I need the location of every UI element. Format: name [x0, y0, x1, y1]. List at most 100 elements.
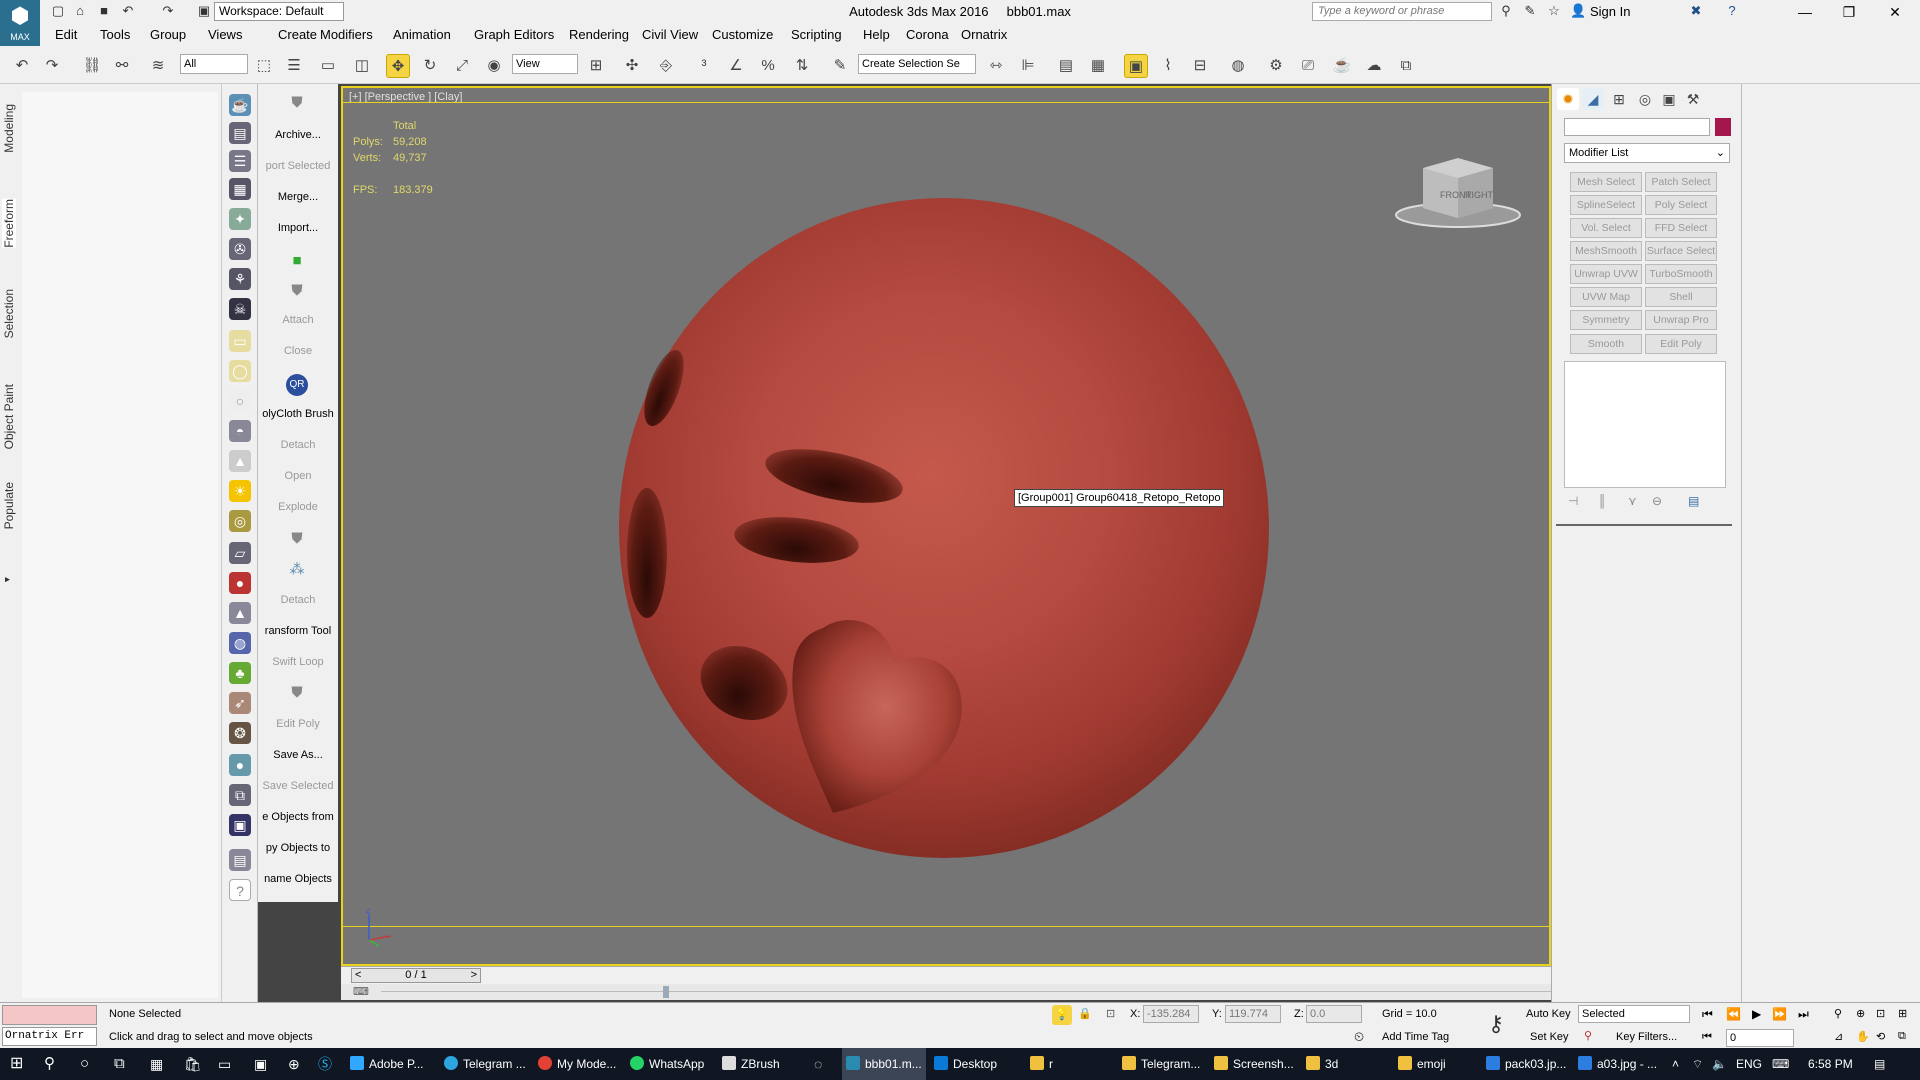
tab-modeling[interactable]: Modeling [2, 104, 16, 153]
zoom-all-icon[interactable]: ⊕ [1856, 1007, 1865, 1020]
calculator-icon[interactable]: ▦ [150, 1048, 163, 1080]
mesh-select-button[interactable]: Mesh Select [1570, 172, 1642, 192]
swift-loop-button[interactable]: Swift Loop [258, 656, 338, 668]
time-slider-next-icon[interactable]: > [471, 969, 477, 982]
curve-editor-icon[interactable]: ⌇ [1156, 54, 1180, 78]
windows-start-icon[interactable]: ⊞ [10, 1048, 23, 1080]
file-explorer-icon[interactable]: ▭ [218, 1048, 231, 1080]
bind-space-warp-icon[interactable]: ≋ [146, 54, 170, 78]
attach-button[interactable]: Attach [258, 314, 338, 326]
monitor-icon[interactable]: ▣ [254, 1048, 267, 1080]
play-icon[interactable]: ▶ [1752, 1007, 1761, 1021]
communication-icon[interactable]: ✎ [1522, 3, 1538, 19]
mountain-icon[interactable]: ▲ [229, 602, 251, 624]
grass-icon[interactable]: ♣ [229, 662, 251, 684]
grid-icon[interactable]: ▦ [229, 178, 251, 200]
perspective-viewport[interactable]: [+] [Perspective ] [Clay] Total Polys: 59… [341, 86, 1551, 966]
edit-named-selection-icon[interactable]: ✎ [828, 54, 852, 78]
render-production-icon[interactable]: ☕ [1330, 54, 1354, 78]
menu-animation[interactable]: Animation [393, 27, 451, 42]
zoom-extents-all-icon[interactable]: ⊞ [1898, 1007, 1907, 1020]
copy-objects-icon[interactable]: ⧉ [229, 784, 251, 806]
field-of-view-icon[interactable]: ⊿ [1834, 1030, 1843, 1043]
select-and-move-icon[interactable]: ✥ [386, 54, 410, 78]
render-icon[interactable]: ▤ [229, 122, 251, 144]
close-button[interactable]: ✕ [1872, 0, 1918, 24]
walnut-icon[interactable]: ❂ [229, 722, 251, 744]
teapot-icon[interactable]: ☕ [229, 94, 251, 116]
menu-edit[interactable]: Edit [55, 27, 77, 42]
maxscript-output[interactable]: Ornatrix Err [2, 1027, 97, 1046]
search-input[interactable]: Type a keyword or phrase [1312, 2, 1492, 21]
create-tab-icon[interactable]: ✹ [1557, 88, 1579, 110]
target-light-icon[interactable]: ◎ [229, 510, 251, 532]
a360-gallery-icon[interactable]: ⧉ [1394, 54, 1418, 78]
select-and-scale-icon[interactable]: ⤢ [450, 54, 474, 78]
select-and-rotate-icon[interactable]: ↻ [418, 54, 442, 78]
track-bar[interactable]: ⌨ [341, 984, 1561, 1000]
align-icon[interactable]: ⊫ [1016, 54, 1040, 78]
hierarchy-tab-icon[interactable]: ⊞ [1608, 88, 1630, 110]
patch-select-button[interactable]: Patch Select [1645, 172, 1717, 192]
recording-icon[interactable]: ◌ [814, 1048, 822, 1080]
surface-select-button[interactable]: Surface Select [1645, 241, 1717, 261]
menu-graph-editors[interactable]: Graph Editors [474, 27, 554, 42]
key-mode-dropdown[interactable]: Selected [1578, 1005, 1690, 1023]
tab-populate[interactable]: Populate [2, 482, 16, 529]
set-key-button[interactable]: Set Key [1530, 1031, 1569, 1043]
exchange-apps-icon[interactable]: ✖ [1688, 3, 1704, 19]
object-name-field[interactable] [1564, 118, 1710, 136]
rectangular-selection-icon[interactable]: ▭ [316, 54, 340, 78]
key-mode-toggle-icon[interactable]: ⏮ [1702, 1031, 1712, 1044]
undo-icon[interactable]: ↶ [120, 3, 136, 19]
symmetry-button[interactable]: Symmetry [1570, 310, 1642, 330]
percent-snap-icon[interactable]: % [756, 54, 780, 78]
reference-coordinate-dropdown[interactable]: View [512, 54, 578, 74]
selection-lock-icon[interactable]: 🔒 [1078, 1007, 1092, 1020]
show-hidden-icons-icon[interactable]: ˄ [1672, 1048, 1679, 1080]
zoom-icon[interactable]: ⚲ [1834, 1007, 1842, 1020]
go-to-start-icon[interactable]: ⏮ [1702, 1007, 1713, 1022]
plane-icon[interactable]: ▱ [229, 542, 251, 564]
bulb-icon[interactable]: ✦ [229, 208, 251, 230]
open-button[interactable]: Open [258, 470, 338, 482]
box-icon[interactable]: ▭ [229, 330, 251, 352]
tab-object-paint[interactable]: Object Paint [2, 384, 16, 449]
taskbar-adobe[interactable]: Adobe P... [350, 1048, 438, 1080]
remove-modifier-icon[interactable]: ⊖ [1652, 494, 1662, 508]
make-unique-icon[interactable]: ⋎ [1628, 494, 1637, 508]
scene-states-icon[interactable]: ▤ [229, 849, 251, 871]
taskbar-chrome[interactable]: My Mode... [538, 1048, 628, 1080]
explode-button[interactable]: Explode [258, 501, 338, 513]
user-icon[interactable]: 👤 [1570, 3, 1586, 19]
close-script-button[interactable]: Close [258, 345, 338, 357]
taskbar-folder-r[interactable]: r [1030, 1048, 1118, 1080]
absolute-mode-icon[interactable]: ⊡ [1106, 1007, 1115, 1020]
task-view-icon[interactable]: ⧉ [114, 1048, 125, 1080]
taskbar-screenshots[interactable]: Screensh... [1214, 1048, 1304, 1080]
menu-views[interactable]: Views [208, 27, 242, 42]
time-slider-prev-icon[interactable]: < [355, 969, 361, 982]
motion-tab-icon[interactable]: ◎ [1634, 88, 1656, 110]
render-in-cloud-icon[interactable]: ☁ [1362, 54, 1386, 78]
cortana-icon[interactable]: ○ [80, 1048, 89, 1080]
set-key-icon[interactable]: ⚲ [1584, 1029, 1592, 1042]
named-selection-dropdown[interactable]: Create Selection Se [858, 54, 976, 74]
camera-icon[interactable]: ✇ [229, 238, 251, 260]
select-object-icon[interactable]: ⬚ [252, 54, 276, 78]
list-icon[interactable]: ☰ [229, 150, 251, 172]
volume-icon[interactable]: 🔈 [1712, 1048, 1727, 1080]
go-to-end-icon[interactable]: ⏭ [1798, 1007, 1809, 1022]
unwrap-pro-button[interactable]: Unwrap Pro [1645, 310, 1717, 330]
merge-button[interactable]: Merge... [258, 191, 338, 203]
meshsmooth-button[interactable]: MeshSmooth [1570, 241, 1642, 261]
language-indicator[interactable]: ENG [1736, 1048, 1762, 1080]
help-circle-icon[interactable]: ? [229, 879, 251, 901]
render-setup-icon[interactable]: ⚙ [1264, 54, 1288, 78]
pin-stack-icon[interactable]: ⊣ [1568, 494, 1578, 508]
select-and-place-icon[interactable]: ◉ [482, 54, 506, 78]
taskbar-3d-folder[interactable]: 3d [1306, 1048, 1394, 1080]
green-box-icon[interactable]: ■ [286, 252, 308, 272]
network-app-icon[interactable]: ⊕ [288, 1048, 300, 1080]
show-end-result-icon[interactable]: ║ [1598, 494, 1607, 508]
